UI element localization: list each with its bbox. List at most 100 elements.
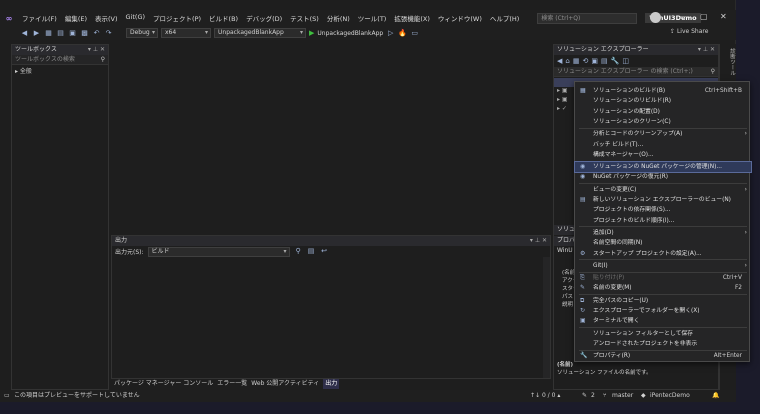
bottom-tab[interactable]: 出力 [323, 379, 340, 389]
git-changes-icon[interactable]: ✎ [582, 390, 587, 402]
bottom-tab[interactable]: エラー一覧 [217, 379, 247, 389]
account-avatar[interactable] [650, 12, 661, 23]
menu-item[interactable]: ビルド(B) [205, 13, 242, 23]
home-icon[interactable]: ⌂ [565, 57, 569, 65]
menu-item[interactable]: 表示(V) [91, 13, 122, 23]
context-menu-item[interactable]: バッチ ビルド(T)... [575, 140, 751, 150]
pin-icon[interactable]: ▾ ⊥ ✕ [88, 45, 105, 55]
collapse-icon[interactable]: ▣ [591, 57, 598, 65]
editor-area[interactable] [111, 42, 551, 234]
output-source-select[interactable]: ビルド [147, 246, 290, 257]
context-menu-item[interactable]: ⚙ スタートアップ プロジェクトの設定(A)... [575, 249, 751, 259]
properties-object[interactable]: WinU [557, 247, 573, 254]
context-menu-item[interactable]: 🔧 プロパティ(R) Alt+Enter [575, 351, 751, 361]
context-menu-item[interactable]: ↻ エクスプローラーでフォルダーを開く(X) [575, 306, 751, 316]
menu-item[interactable]: 編集(E) [61, 13, 91, 23]
bottom-tab[interactable]: Web 公開アクティビティ [251, 379, 319, 389]
undo-icon[interactable]: ↶ [92, 29, 101, 38]
maximize-icon[interactable]: ▢ [700, 12, 708, 21]
output-toolbar: 出力元(S): ビルド ⚲ ▤ ↩ [112, 246, 550, 257]
context-menu-item[interactable]: ◉ NuGet パッケージの復元(R) [575, 172, 751, 182]
output-title: 出力 ▾ ⊥ ✕ [112, 236, 550, 246]
menu-item[interactable]: ヘルプ(H) [486, 13, 523, 23]
startup-project-select[interactable]: UnpackagedBlankApp [214, 28, 306, 38]
menu-item-icon: ▣ [580, 317, 586, 325]
close-icon[interactable]: ✕ [720, 12, 727, 21]
save-all-icon[interactable]: ▩ [80, 29, 89, 38]
context-menu-item[interactable]: Git(I) › [575, 261, 751, 271]
context-menu-item[interactable]: ▤ 新しいソリューション エクスプローラーのビュー(N) [575, 195, 751, 205]
minimize-icon[interactable]: — [680, 12, 688, 21]
context-menu-item[interactable]: ソリューションの配置(D) [575, 107, 751, 117]
context-menu-item[interactable]: ▦ ソリューションのビルド(B) Ctrl+Shift+B [575, 86, 751, 96]
context-menu-item[interactable]: ソリューションのクリーン(C) [575, 117, 751, 127]
repo-name[interactable]: iPentecDemo [650, 390, 690, 402]
context-menu-item[interactable]: 名前空間の同期(N) [575, 238, 751, 248]
new-item-icon[interactable]: ▦ [44, 29, 53, 38]
line-info[interactable]: ↑↓ 0 / 0 ▴ [530, 390, 560, 402]
menu-item[interactable]: テスト(S) [286, 13, 323, 23]
context-menu-item[interactable]: 追加(D) › [575, 228, 751, 238]
context-menu-item[interactable]: アンロードされたプロジェクトを非表示 [575, 339, 751, 349]
save-icon[interactable]: ▣ [68, 29, 77, 38]
properties-icon[interactable]: 🔧 [611, 57, 620, 65]
clear-all-icon[interactable]: ▤ [307, 247, 316, 256]
menu-item[interactable]: ウィンドウ(W) [434, 13, 486, 23]
output-scrollbar[interactable] [543, 257, 550, 378]
switch-views-icon[interactable]: ▦ [573, 57, 580, 65]
config-select[interactable]: Debug [126, 28, 158, 38]
context-menu-item[interactable]: ビューの変更(C) › [575, 185, 751, 195]
menu-item[interactable]: ツール(T) [354, 13, 391, 23]
layout-icon[interactable]: ▭ [410, 29, 419, 38]
hot-reload-icon[interactable]: 🔥 [398, 29, 407, 38]
search-icon[interactable]: ⚲ [101, 55, 105, 65]
open-icon[interactable]: ▤ [56, 29, 65, 38]
back-icon[interactable]: ◀ [557, 57, 562, 65]
context-menu-item[interactable]: ⎘ 貼り付け(P) Ctrl+V [575, 273, 751, 283]
context-menu-item[interactable]: ▣ ターミナルで開く [575, 316, 751, 326]
search-icon[interactable]: ⚲ [711, 67, 715, 77]
context-menu-item[interactable]: プロジェクトの依存関係(S)... [575, 205, 751, 215]
menu-item[interactable]: Git(G) [122, 13, 150, 23]
solution-explorer-search-input[interactable]: ソリューション エクスプローラー の検索 (Ctrl+;) ⚲ [554, 67, 718, 77]
run-icon[interactable]: ▶ [309, 29, 314, 37]
preview-icon[interactable]: ◫ [622, 57, 629, 65]
word-wrap-icon[interactable]: ↩ [320, 247, 329, 256]
context-menu-item[interactable]: ⧉ 完全パスのコピー(U) [575, 296, 751, 306]
find-icon[interactable]: ⚲ [294, 247, 303, 256]
menu-item[interactable]: ファイル(F) [18, 13, 61, 23]
notifications-icon[interactable]: 🔔 [712, 390, 719, 402]
context-menu-item[interactable]: ✎ 名前の変更(M) F2 [575, 283, 751, 293]
menu-item-shortcut: Ctrl+Shift+B [704, 88, 742, 94]
menu-item-label: NuGet パッケージの復元(R) [593, 174, 668, 181]
branch-name[interactable]: master [612, 390, 633, 402]
back-icon[interactable]: ◀ [20, 29, 29, 38]
context-menu-item[interactable]: ◉ ソリューションの NuGet パッケージの管理(N)... [574, 161, 752, 174]
menu-item[interactable]: プロジェクト(P) [149, 13, 205, 23]
toolbox-search-input[interactable]: ツールボックスの検索 ⚲ [12, 55, 108, 65]
forward-icon[interactable]: ▶ [32, 29, 41, 38]
redo-icon[interactable]: ↷ [104, 29, 113, 38]
pin-icon[interactable]: ▾ ⊥ ✕ [698, 45, 715, 55]
bottom-tab[interactable]: パッケージ マネージャー コンソール [114, 379, 213, 389]
menu-item[interactable]: 分析(N) [323, 13, 354, 23]
context-menu-item[interactable]: ソリューション フィルターとして保存 [575, 329, 751, 339]
search-input[interactable]: 検索 (Ctrl+Q) [537, 12, 638, 24]
context-menu-item[interactable]: プロジェクトのビルド順序(I)... [575, 216, 751, 226]
git-changes-count[interactable]: 2 [591, 390, 595, 402]
run-without-debug-icon[interactable]: ▷ [386, 29, 395, 38]
show-all-icon[interactable]: ▤ [601, 57, 608, 65]
context-menu-item[interactable]: 分析とコードのクリーンアップ(A) › [575, 129, 751, 139]
platform-select[interactable]: x64 [161, 28, 211, 38]
pin-icon[interactable]: ▾ ⊥ ✕ [530, 236, 547, 246]
sync-icon[interactable]: ⟲ [582, 57, 588, 65]
toolbox-group[interactable]: ▸ 全般 [12, 65, 108, 76]
context-menu-item[interactable]: ソリューションのリビルド(R) [575, 96, 751, 106]
menu-item-icon: ⧉ [580, 296, 585, 304]
menu-item-label: プロジェクトの依存関係(S)... [593, 207, 671, 214]
live-share-button[interactable]: ⇪ Live Share [670, 28, 708, 35]
menu-item[interactable]: 拡張機能(X) [390, 13, 434, 23]
run-button[interactable]: UnpackagedBlankApp [317, 30, 383, 37]
context-menu-item[interactable]: 構成マネージャー(O)... [575, 150, 751, 160]
menu-item[interactable]: デバッグ(D) [242, 13, 286, 23]
